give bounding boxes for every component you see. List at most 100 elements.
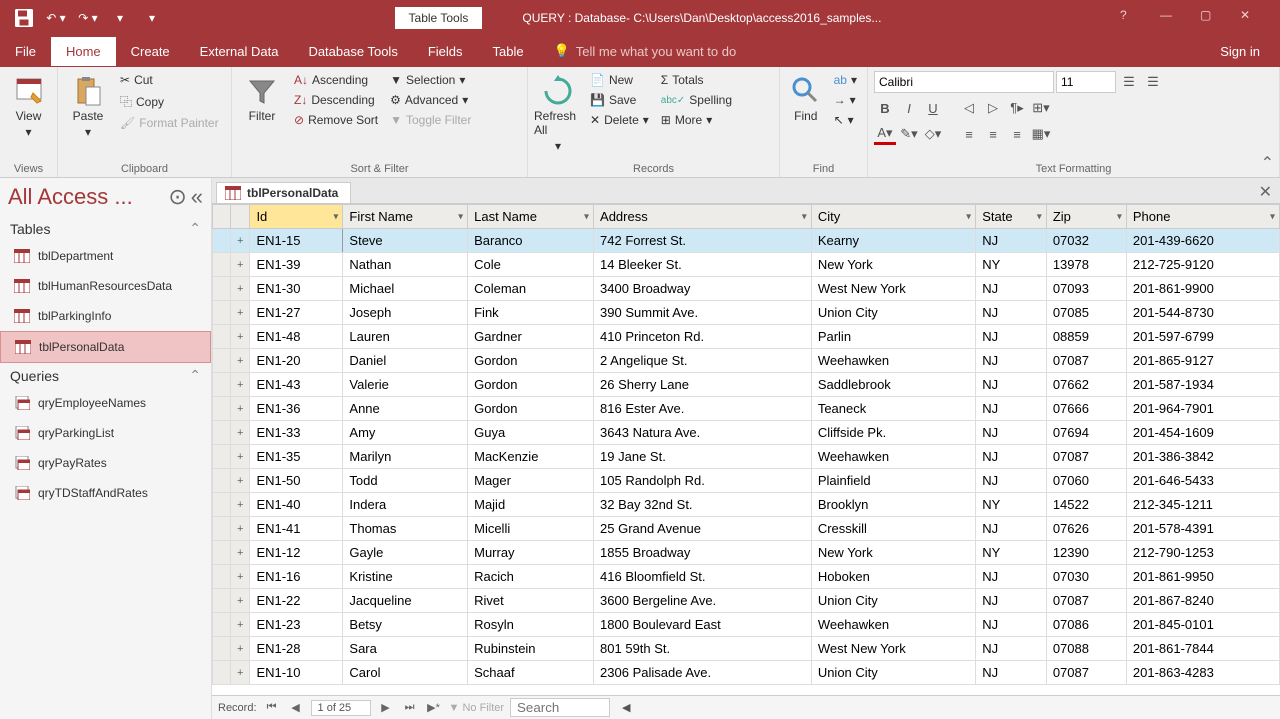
expand-row-icon[interactable]: + (231, 373, 250, 397)
cell-zip[interactable]: 14522 (1046, 493, 1126, 517)
cell-lastname[interactable]: Murray (468, 541, 594, 565)
nav-table-item[interactable]: tblDepartment (0, 241, 211, 271)
expand-row-icon[interactable]: + (231, 229, 250, 253)
column-dropdown-icon[interactable]: ▾ (333, 211, 338, 222)
cell-address[interactable]: 2 Angelique St. (594, 349, 812, 373)
cell-id[interactable]: EN1-15 (250, 229, 343, 253)
doc-tab-tblpersonaldata[interactable]: tblPersonalData (216, 182, 351, 203)
cell-address[interactable]: 801 59th St. (594, 637, 812, 661)
numbering-icon[interactable]: ☰ (1142, 71, 1164, 93)
cell-lastname[interactable]: Baranco (468, 229, 594, 253)
font-color-button[interactable]: A▾ (874, 123, 896, 145)
column-dropdown-icon[interactable]: ▾ (802, 211, 807, 222)
row-selector[interactable] (213, 565, 231, 589)
table-row[interactable]: +EN1-30MichaelColeman3400 BroadwayWest N… (213, 277, 1280, 301)
cell-state[interactable]: NJ (976, 445, 1047, 469)
column-dropdown-icon[interactable]: ▾ (1037, 211, 1042, 222)
table-row[interactable]: +EN1-43ValerieGordon26 Sherry LaneSaddle… (213, 373, 1280, 397)
column-header[interactable]: City▾ (811, 205, 975, 229)
cell-lastname[interactable]: Gordon (468, 349, 594, 373)
chevron-up-icon[interactable]: ⌃ (189, 367, 201, 384)
column-header[interactable]: Address▾ (594, 205, 812, 229)
column-dropdown-icon[interactable]: ▾ (458, 211, 463, 222)
close-icon[interactable]: ✕ (1240, 8, 1260, 28)
chevron-up-icon[interactable]: ⌃ (189, 220, 201, 237)
cell-id[interactable]: EN1-40 (250, 493, 343, 517)
help-icon[interactable]: ? (1120, 8, 1140, 28)
cell-address[interactable]: 816 Ester Ave. (594, 397, 812, 421)
cell-city[interactable]: Hoboken (811, 565, 975, 589)
select-all-cell[interactable] (213, 205, 231, 229)
row-selector[interactable] (213, 517, 231, 541)
cell-state[interactable]: NJ (976, 589, 1047, 613)
first-record-icon[interactable]: ⏮ (263, 699, 281, 717)
nav-dropdown-icon[interactable]: ⊙ (168, 184, 186, 210)
font-size-combo[interactable] (1056, 71, 1116, 93)
table-row[interactable]: +EN1-16KristineRacich416 Bloomfield St.H… (213, 565, 1280, 589)
column-header[interactable]: First Name▾ (343, 205, 468, 229)
row-selector[interactable] (213, 589, 231, 613)
cell-firstname[interactable]: Thomas (343, 517, 468, 541)
more-button[interactable]: ⊞More ▾ (657, 111, 736, 129)
row-selector[interactable] (213, 397, 231, 421)
maximize-icon[interactable]: ▢ (1200, 8, 1220, 28)
column-header[interactable]: Last Name▾ (468, 205, 594, 229)
table-row[interactable]: +EN1-12GayleMurray1855 BroadwayNew YorkN… (213, 541, 1280, 565)
row-selector[interactable] (213, 325, 231, 349)
cell-lastname[interactable]: Rivet (468, 589, 594, 613)
row-selector[interactable] (213, 541, 231, 565)
cell-id[interactable]: EN1-28 (250, 637, 343, 661)
cell-lastname[interactable]: Schaaf (468, 661, 594, 685)
cell-id[interactable]: EN1-33 (250, 421, 343, 445)
cell-id[interactable]: EN1-50 (250, 469, 343, 493)
expand-row-icon[interactable]: + (231, 253, 250, 277)
table-row[interactable]: +EN1-23BetsyRosyln1800 Boulevard EastWee… (213, 613, 1280, 637)
tab-home[interactable]: Home (51, 37, 116, 66)
nav-query-item[interactable]: qryPayRates (0, 448, 211, 478)
nav-query-item[interactable]: qryParkingList (0, 418, 211, 448)
expand-row-icon[interactable]: + (231, 277, 250, 301)
align-right-icon[interactable]: ≡ (1006, 123, 1028, 145)
cell-address[interactable]: 1800 Boulevard East (594, 613, 812, 637)
cell-address[interactable]: 3400 Broadway (594, 277, 812, 301)
cell-firstname[interactable]: Anne (343, 397, 468, 421)
cell-zip[interactable]: 07087 (1046, 589, 1126, 613)
ribbon-collapse-icon[interactable]: ⌃ (1261, 153, 1274, 173)
tell-me-input[interactable]: 💡 Tell me what you want to do (539, 43, 1201, 59)
cell-phone[interactable]: 201-861-9950 (1126, 565, 1279, 589)
row-selector[interactable] (213, 301, 231, 325)
expand-row-icon[interactable]: + (231, 301, 250, 325)
cell-id[interactable]: EN1-22 (250, 589, 343, 613)
cell-city[interactable]: Union City (811, 661, 975, 685)
paste-button[interactable]: Paste▾ (64, 71, 112, 139)
cell-zip[interactable]: 07086 (1046, 613, 1126, 637)
cell-id[interactable]: EN1-43 (250, 373, 343, 397)
spelling-button[interactable]: abc✓Spelling (657, 91, 736, 109)
table-row[interactable]: +EN1-27JosephFink390 Summit Ave.Union Ci… (213, 301, 1280, 325)
cell-firstname[interactable]: Valerie (343, 373, 468, 397)
refresh-all-button[interactable]: Refresh All▾ (534, 71, 582, 153)
nav-section-queries[interactable]: Queries⌃ (0, 363, 211, 388)
cell-phone[interactable]: 201-578-4391 (1126, 517, 1279, 541)
nav-query-item[interactable]: qryEmployeeNames (0, 388, 211, 418)
cell-zip[interactable]: 07032 (1046, 229, 1126, 253)
expand-row-icon[interactable]: + (231, 589, 250, 613)
cell-firstname[interactable]: Nathan (343, 253, 468, 277)
undo-icon[interactable]: ↶ ▾ (44, 6, 68, 30)
expand-row-icon[interactable]: + (231, 397, 250, 421)
cell-lastname[interactable]: Majid (468, 493, 594, 517)
expand-row-icon[interactable]: + (231, 613, 250, 637)
cell-state[interactable]: NY (976, 253, 1047, 277)
cell-firstname[interactable]: Gayle (343, 541, 468, 565)
cell-address[interactable]: 742 Forrest St. (594, 229, 812, 253)
column-dropdown-icon[interactable]: ▾ (1117, 211, 1122, 222)
alt-row-color-icon[interactable]: ▦▾ (1030, 123, 1052, 145)
expand-row-icon[interactable]: + (231, 541, 250, 565)
cell-id[interactable]: EN1-30 (250, 277, 343, 301)
cell-lastname[interactable]: Rubinstein (468, 637, 594, 661)
row-selector[interactable] (213, 253, 231, 277)
cell-city[interactable]: Weehawken (811, 445, 975, 469)
cell-phone[interactable]: 201-964-7901 (1126, 397, 1279, 421)
cell-zip[interactable]: 07666 (1046, 397, 1126, 421)
row-selector[interactable] (213, 421, 231, 445)
